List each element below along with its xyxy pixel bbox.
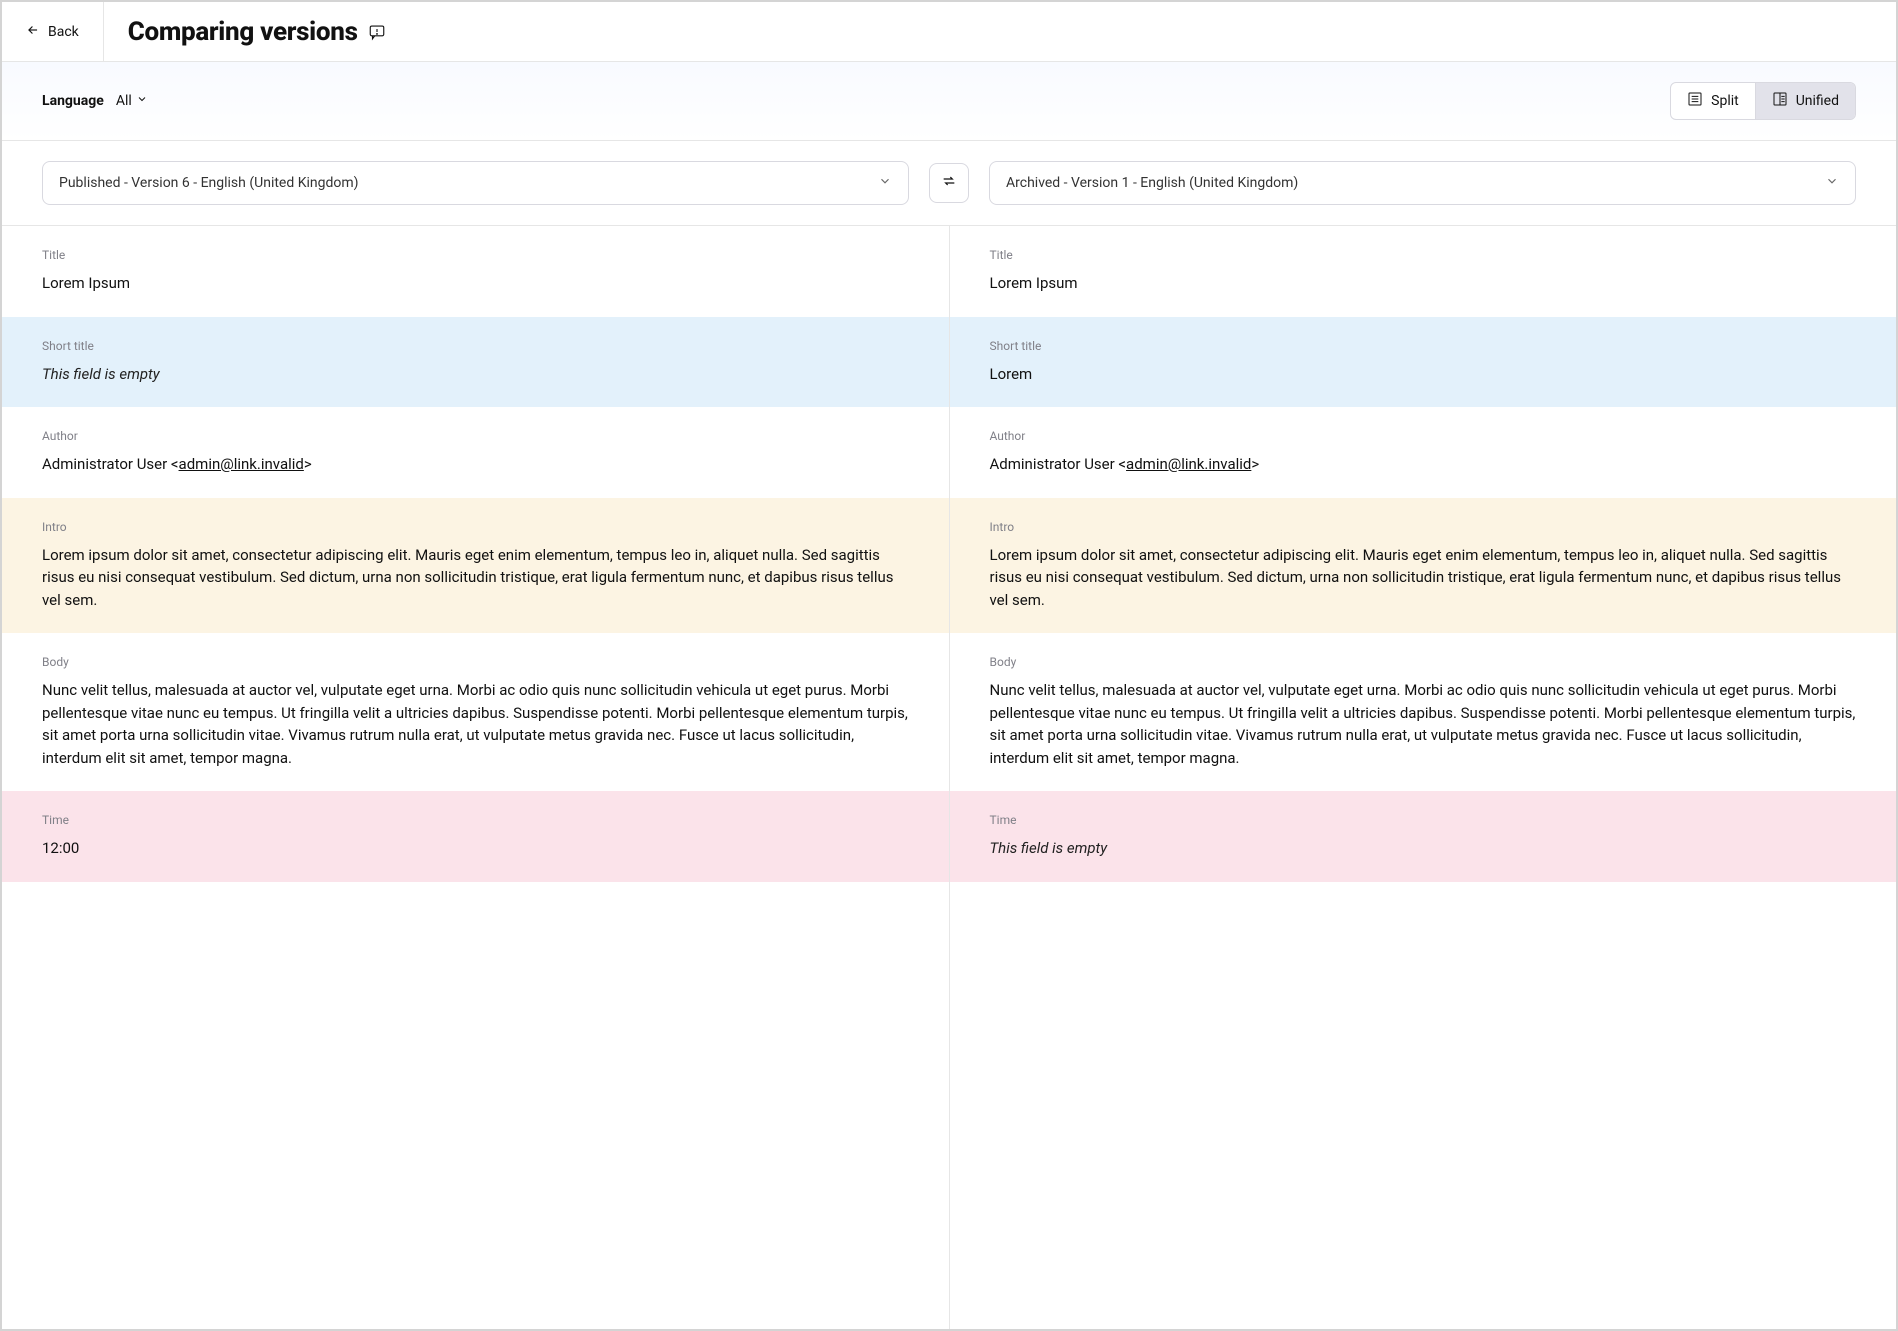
field-value: Lorem Ipsum	[990, 272, 1857, 295]
field-short-title: Short title This field is empty	[2, 317, 949, 408]
comment-icon[interactable]	[368, 23, 386, 41]
field-value: Lorem ipsum dolor sit amet, consectetur …	[42, 544, 909, 612]
field-label: Intro	[42, 520, 909, 534]
field-intro: Intro Lorem ipsum dolor sit amet, consec…	[2, 498, 949, 634]
field-title: Title Lorem Ipsum	[950, 226, 1897, 317]
compare-column-right: Title Lorem Ipsum Short title Lorem Auth…	[950, 226, 1897, 1329]
split-label: Split	[1711, 93, 1739, 109]
chevron-down-icon	[1825, 174, 1839, 192]
field-value: Administrator User <admin@link.invalid>	[990, 453, 1857, 476]
field-short-title: Short title Lorem	[950, 317, 1897, 408]
field-value: Nunc velit tellus, malesuada at auctor v…	[42, 679, 909, 769]
split-mode-button[interactable]: Split	[1671, 83, 1756, 119]
field-value: Lorem ipsum dolor sit amet, consectetur …	[990, 544, 1857, 612]
field-label: Body	[990, 655, 1857, 669]
field-value: Nunc velit tellus, malesuada at auctor v…	[990, 679, 1857, 769]
language-label: Language	[42, 93, 104, 109]
version-left-label: Published - Version 6 - English (United …	[59, 175, 359, 191]
split-icon	[1687, 91, 1703, 111]
field-value: 12:00	[42, 837, 909, 860]
unified-icon	[1772, 91, 1788, 111]
field-label: Time	[990, 813, 1857, 827]
field-label: Body	[42, 655, 909, 669]
page-title: Comparing versions	[128, 17, 358, 47]
unified-mode-button[interactable]: Unified	[1756, 83, 1855, 119]
toolbar: Language All Split Unified	[2, 62, 1896, 141]
version-select-right[interactable]: Archived - Version 1 - English (United K…	[989, 161, 1856, 205]
field-author: Author Administrator User <admin@link.in…	[2, 407, 949, 498]
field-label: Short title	[990, 339, 1857, 353]
author-suffix: >	[1251, 455, 1259, 473]
view-mode-toggle: Split Unified	[1670, 82, 1856, 120]
field-value: Administrator User <admin@link.invalid>	[42, 453, 909, 476]
author-suffix: >	[304, 455, 312, 473]
field-value-empty: This field is empty	[42, 363, 909, 386]
language-filter: Language All	[42, 93, 148, 109]
compare-panel: Title Lorem Ipsum Short title This field…	[2, 226, 1896, 1329]
version-selector-row: Published - Version 6 - English (United …	[2, 141, 1896, 226]
header-bar: Back Comparing versions	[2, 2, 1896, 62]
chevron-down-icon	[136, 93, 148, 109]
field-value: Lorem Ipsum	[42, 272, 909, 295]
field-value: Lorem	[990, 363, 1857, 386]
author-email-link[interactable]: admin@link.invalid	[179, 455, 304, 473]
field-label: Title	[990, 248, 1857, 262]
compare-column-left: Title Lorem Ipsum Short title This field…	[2, 226, 950, 1329]
field-label: Title	[42, 248, 909, 262]
unified-label: Unified	[1796, 93, 1839, 109]
language-value: All	[116, 93, 132, 109]
chevron-down-icon	[878, 174, 892, 192]
field-body: Body Nunc velit tellus, malesuada at auc…	[2, 633, 949, 791]
field-intro: Intro Lorem ipsum dolor sit amet, consec…	[950, 498, 1897, 634]
author-name: Administrator User <	[990, 455, 1127, 473]
field-label: Time	[42, 813, 909, 827]
field-title: Title Lorem Ipsum	[2, 226, 949, 317]
field-label: Intro	[990, 520, 1857, 534]
author-email-link[interactable]: admin@link.invalid	[1126, 455, 1251, 473]
field-value-empty: This field is empty	[990, 837, 1857, 860]
back-label: Back	[48, 24, 79, 40]
field-time: Time This field is empty	[950, 791, 1897, 882]
language-select[interactable]: All	[116, 93, 148, 109]
author-name: Administrator User <	[42, 455, 179, 473]
field-label: Author	[990, 429, 1857, 443]
swap-icon	[941, 173, 957, 193]
field-author: Author Administrator User <admin@link.in…	[950, 407, 1897, 498]
arrow-left-icon	[26, 23, 40, 41]
version-select-left[interactable]: Published - Version 6 - English (United …	[42, 161, 909, 205]
field-label: Author	[42, 429, 909, 443]
field-body: Body Nunc velit tellus, malesuada at auc…	[950, 633, 1897, 791]
version-right-label: Archived - Version 1 - English (United K…	[1006, 175, 1298, 191]
field-label: Short title	[42, 339, 909, 353]
field-time: Time 12:00	[2, 791, 949, 882]
swap-button[interactable]	[929, 163, 969, 203]
back-button[interactable]: Back	[2, 2, 104, 61]
